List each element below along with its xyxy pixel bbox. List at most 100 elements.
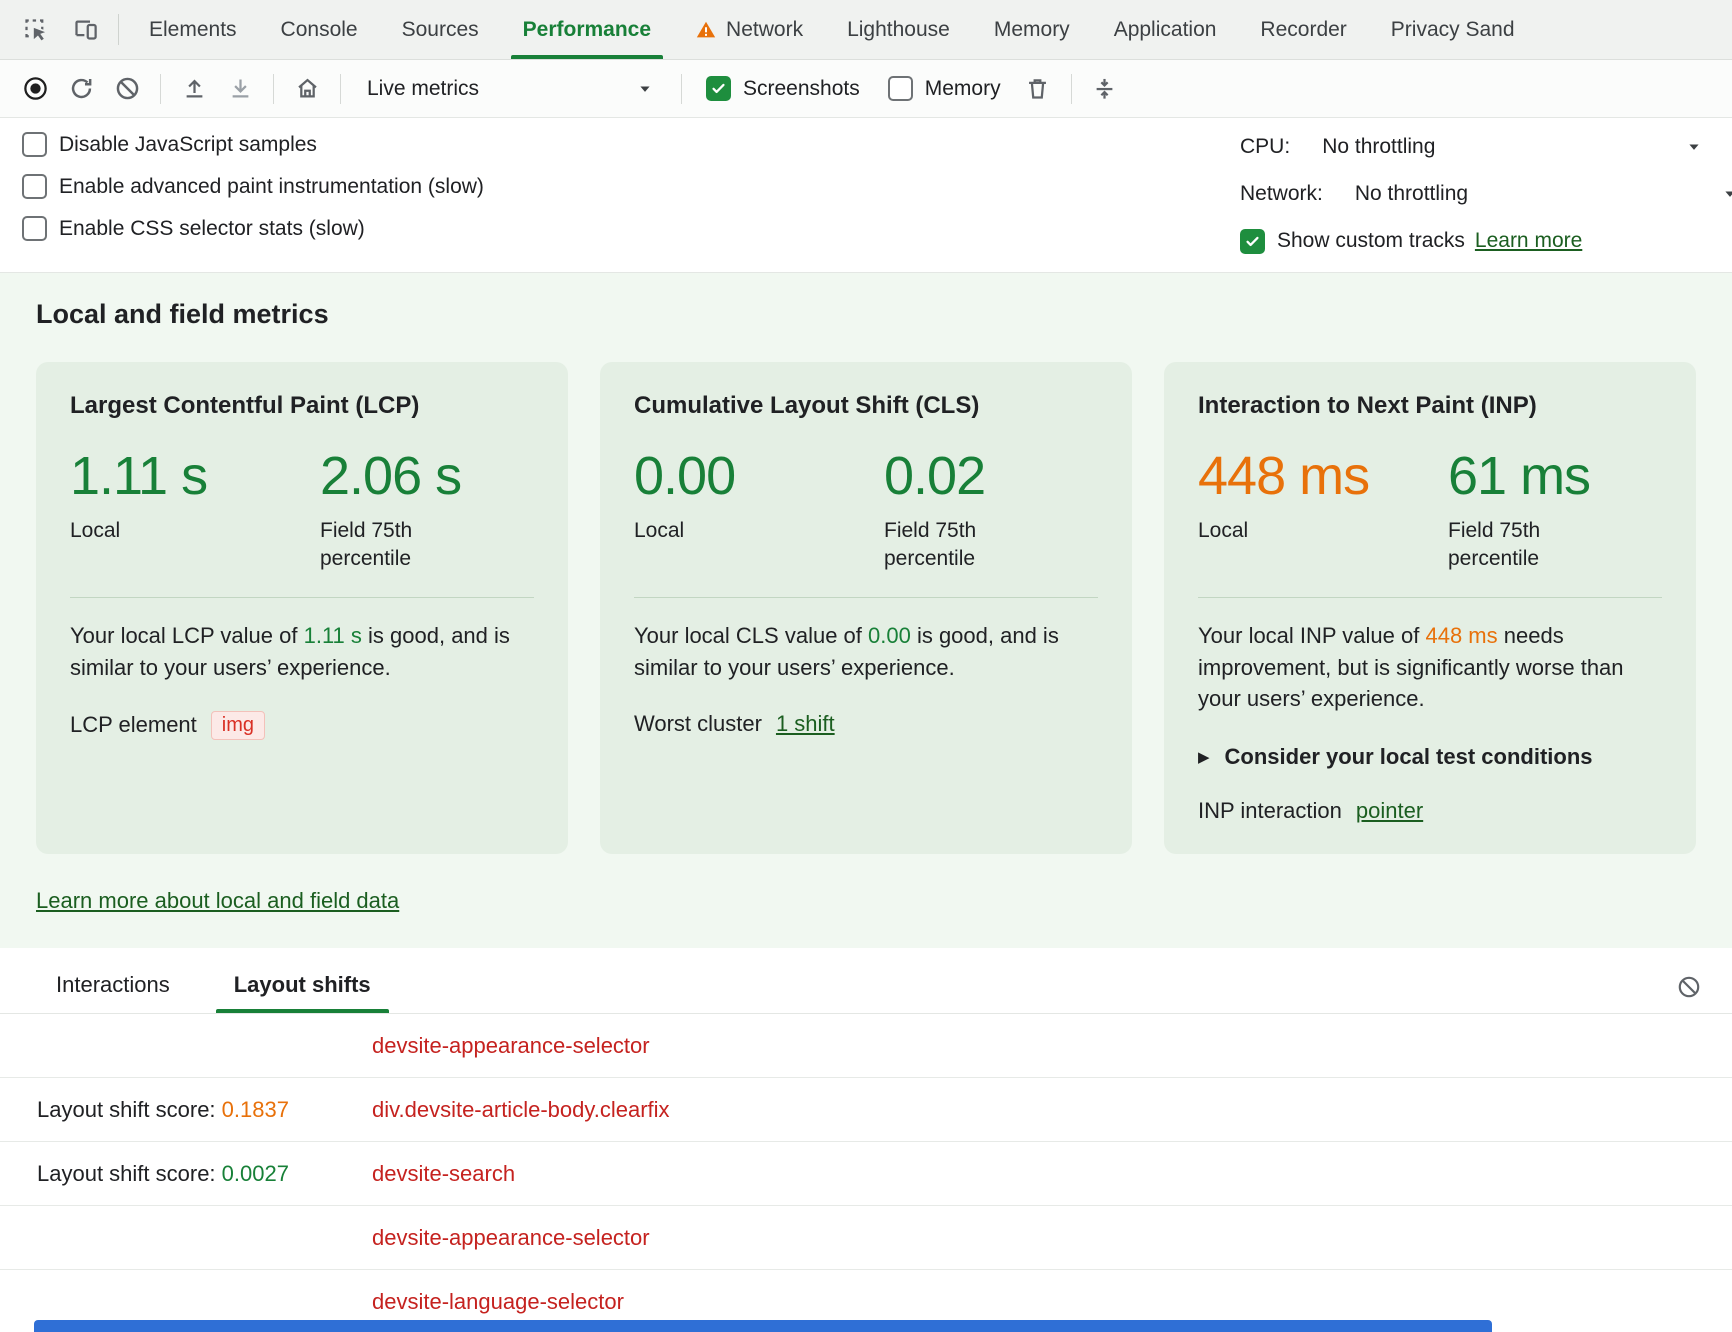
memory-checkbox[interactable]: Memory [874,76,1015,101]
lcp-inline-value: 1.11 s [304,623,362,648]
layout-shift-element-link[interactable]: div.devsite-article-body.clearfix [372,1097,670,1123]
horizontal-scrollbar-thumb[interactable] [34,1320,1492,1332]
tab-elements[interactable]: Elements [127,0,259,59]
tab-application[interactable]: Application [1092,0,1239,59]
tab-performance[interactable]: Performance [501,0,673,59]
checkbox-unchecked-icon [22,132,47,157]
lcp-values: 1.11 s Local 2.06 s Field 75th percentil… [70,448,534,573]
memory-label: Memory [925,77,1001,101]
screenshots-label: Screenshots [743,77,860,101]
live-metrics-label: Live metrics [367,77,479,101]
local-label: Local [70,517,220,545]
worst-cluster-link[interactable]: 1 shift [776,711,835,737]
local-test-conditions-label: Consider your local test conditions [1225,744,1593,770]
clear-button[interactable] [104,66,150,112]
desc-text: Your local CLS value of [634,623,868,648]
cls-footer: Worst cluster 1 shift [634,711,1098,737]
load-profile-button[interactable] [171,66,217,112]
custom-tracks-learn-more-link[interactable]: Learn more [1475,229,1582,253]
cls-local-value: 0.00 [634,448,884,505]
desc-text: Your local INP value of [1198,623,1425,648]
inp-card: Interaction to Next Paint (INP) 448 ms L… [1164,362,1696,854]
layout-shift-element-link[interactable]: devsite-search [372,1161,515,1187]
tab-lighthouse[interactable]: Lighthouse [825,0,972,59]
tab-label: Privacy Sand [1391,18,1515,42]
tab-label: Memory [994,18,1070,42]
clear-log-icon[interactable] [1676,974,1702,1012]
tab-sources[interactable]: Sources [380,0,501,59]
divider [1198,597,1662,598]
record-button[interactable] [12,66,58,112]
tab-label: Recorder [1260,18,1346,42]
home-icon[interactable] [284,66,330,112]
tab-label: Sources [402,18,479,42]
capture-settings: Disable JavaScript samples Enable advanc… [0,118,1732,273]
cpu-value: No throttling [1322,135,1435,159]
show-custom-tracks-label: Show custom tracks [1277,229,1465,253]
record-and-reload-button[interactable] [58,66,104,112]
tab-network[interactable]: Network [673,0,825,59]
save-profile-button[interactable] [217,66,263,112]
local-test-conditions-disclosure[interactable]: ▶ Consider your local test conditions [1198,744,1662,770]
network-value: No throttling [1355,182,1468,206]
tab-label: Application [1114,18,1217,42]
tab-layout-shifts[interactable]: Layout shifts [234,972,371,1013]
inp-description: Your local INP value of 448 ms needs imp… [1198,620,1662,714]
chevron-down-icon [1684,137,1704,157]
screenshots-checkbox[interactable]: Screenshots [692,76,874,101]
cls-inline-value: 0.00 [868,623,911,648]
css-selector-stats-checkbox[interactable]: Enable CSS selector stats (slow) [10,216,496,241]
log-tabbar: Interactions Layout shifts [0,972,1732,1014]
cls-field-value: 0.02 [884,448,1098,505]
divider [160,74,161,104]
lcp-element-chip[interactable]: img [211,711,265,740]
checkbox-unchecked-icon [22,216,47,241]
tab-recorder[interactable]: Recorder [1238,0,1368,59]
divider [118,14,119,45]
layout-shift-element-link[interactable]: devsite-appearance-selector [372,1033,650,1059]
tab-console[interactable]: Console [259,0,380,59]
lcp-footer: LCP element img [70,711,534,740]
layout-shift-element-link[interactable]: devsite-language-selector [372,1289,624,1315]
chevron-down-icon [635,79,655,99]
lcp-element-label: LCP element [70,712,197,738]
score-value: 0.1837 [222,1097,289,1122]
tab-interactions[interactable]: Interactions [56,972,170,1013]
network-label: Network: [1240,182,1323,206]
device-toolbar-icon[interactable] [60,0,110,59]
divider [1071,74,1072,104]
cpu-label: CPU: [1240,135,1290,159]
tab-label: Interactions [56,972,170,997]
warning-icon [695,19,717,41]
tab-memory[interactable]: Memory [972,0,1092,59]
css-selector-stats-label: Enable CSS selector stats (slow) [59,217,365,241]
tab-label: Lighthouse [847,18,950,42]
collect-garbage-icon[interactable] [1015,66,1061,112]
tab-privacy-sandbox[interactable]: Privacy Sand [1369,0,1537,59]
inp-interaction-label: INP interaction [1198,798,1342,824]
divider [634,597,1098,598]
throttling-settings: CPU: No throttling Network: No throttlin… [1240,132,1732,256]
inspect-element-icon[interactable] [10,0,60,59]
learn-more-local-field-link[interactable]: Learn more about local and field data [36,888,399,914]
inp-interaction-link[interactable]: pointer [1356,798,1423,824]
show-custom-tracks-checkbox[interactable]: Show custom tracks [1240,229,1465,254]
cpu-throttling-select[interactable]: CPU: No throttling [1240,132,1732,162]
tab-label: Console [281,18,358,42]
advanced-paint-checkbox[interactable]: Enable advanced paint instrumentation (s… [10,174,496,199]
field-label: Field 75th percentile [1448,517,1598,574]
cls-card: Cumulative Layout Shift (CLS) 0.00 Local… [600,362,1132,854]
inp-field-value: 61 ms [1448,448,1662,505]
local-label: Local [634,517,784,545]
layout-shift-element-link[interactable]: devsite-appearance-selector [372,1225,650,1251]
shortcuts-adjust-icon[interactable] [1082,66,1128,112]
live-metrics-dropdown[interactable]: Live metrics [351,77,671,101]
divider [273,74,274,104]
cls-description: Your local CLS value of 0.00 is good, an… [634,620,1098,682]
worst-cluster-label: Worst cluster [634,711,762,737]
devtools-tabbar: Elements Console Sources Performance Net… [0,0,1732,60]
disable-js-samples-checkbox[interactable]: Disable JavaScript samples [10,132,496,157]
network-throttling-select[interactable]: Network: No throttling [1240,179,1732,209]
lcp-field-value: 2.06 s [320,448,534,505]
inp-card-title: Interaction to Next Paint (INP) [1198,392,1662,420]
